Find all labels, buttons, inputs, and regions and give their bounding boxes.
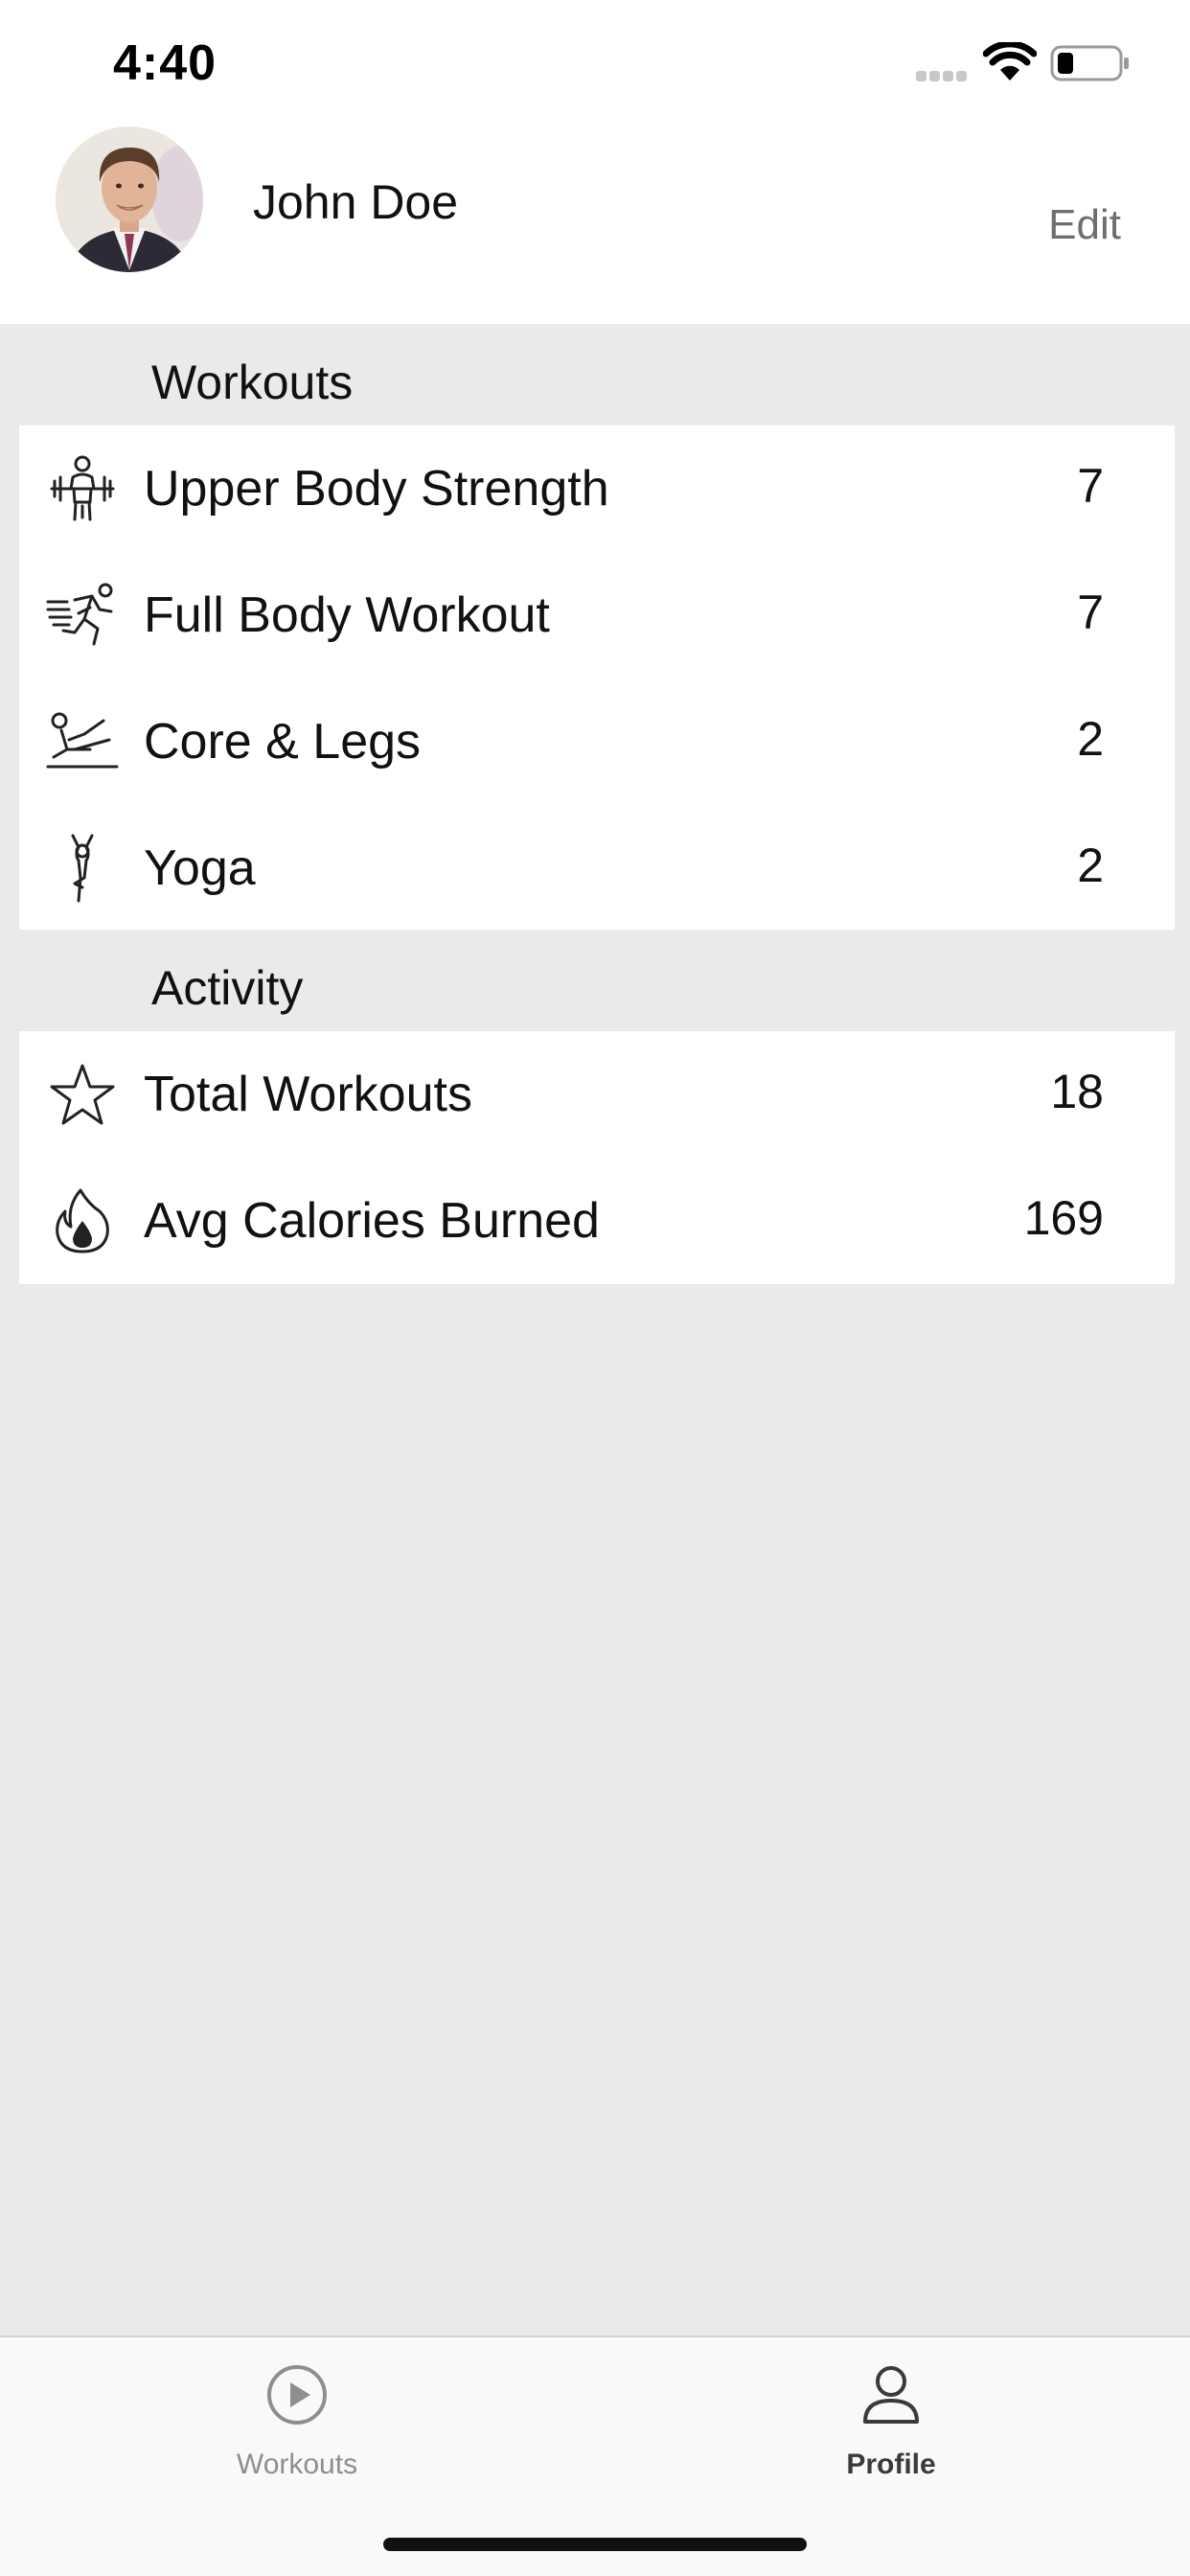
list-item-count: 169 bbox=[1023, 1191, 1104, 1245]
home-indicator[interactable] bbox=[383, 2538, 807, 2551]
list-item-count: 7 bbox=[1077, 586, 1104, 639]
list-item-avg-calories[interactable]: Avg Calories Burned 169 bbox=[19, 1158, 1175, 1284]
leg-raise-icon bbox=[46, 712, 119, 769]
avatar[interactable] bbox=[56, 126, 203, 272]
cellular-signal-icon bbox=[916, 71, 970, 82]
weightlifting-icon bbox=[50, 455, 115, 521]
yoga-pose-icon bbox=[71, 834, 94, 903]
profile-header: John Doe Edit bbox=[0, 126, 1190, 324]
activity-list: Total Workouts 18 Avg Calories Burned 16… bbox=[19, 1031, 1175, 1284]
list-item-label: Core & Legs bbox=[144, 714, 422, 770]
list-item-label: Yoga bbox=[144, 840, 256, 896]
flame-icon bbox=[56, 1188, 109, 1254]
list-item-label: Total Workouts bbox=[144, 1067, 472, 1122]
list-item-count: 18 bbox=[1050, 1065, 1104, 1118]
running-icon bbox=[46, 583, 113, 646]
activity-section-title: Activity bbox=[151, 961, 304, 1015]
tab-profile-label: Profile bbox=[846, 2449, 936, 2480]
workouts-section-title: Workouts bbox=[151, 356, 354, 409]
workouts-list: Upper Body Strength 7 Full Body Workout … bbox=[19, 426, 1175, 930]
status-bar: 4:40 bbox=[0, 0, 1190, 126]
list-item-core-legs[interactable]: Core & Legs 2 bbox=[19, 678, 1175, 805]
person-icon bbox=[863, 2366, 919, 2424]
list-item-yoga[interactable]: Yoga 2 bbox=[19, 805, 1175, 932]
list-item-label: Full Body Workout bbox=[144, 587, 550, 643]
tab-workouts[interactable]: Workouts bbox=[182, 2360, 412, 2485]
tab-profile[interactable]: Profile bbox=[776, 2360, 1006, 2485]
list-item-count: 7 bbox=[1077, 459, 1104, 513]
header-area: 4:40 John Doe Edit bbox=[0, 0, 1190, 324]
user-name: John Doe bbox=[253, 175, 459, 229]
play-circle-icon bbox=[267, 2365, 327, 2425]
tab-workouts-label: Workouts bbox=[236, 2449, 358, 2480]
status-time: 4:40 bbox=[113, 35, 217, 91]
star-icon bbox=[50, 1064, 115, 1125]
battery-icon bbox=[1050, 45, 1129, 81]
list-item-upper-body-strength[interactable]: Upper Body Strength 7 bbox=[19, 426, 1175, 552]
list-item-label: Upper Body Strength bbox=[144, 461, 609, 517]
list-item-count: 2 bbox=[1077, 712, 1104, 766]
edit-button[interactable]: Edit bbox=[1048, 201, 1121, 249]
list-item-count: 2 bbox=[1077, 839, 1104, 892]
list-item-full-body-workout[interactable]: Full Body Workout 7 bbox=[19, 552, 1175, 678]
list-item-total-workouts[interactable]: Total Workouts 18 bbox=[19, 1031, 1175, 1158]
list-item-label: Avg Calories Burned bbox=[144, 1193, 600, 1249]
wifi-icon bbox=[983, 42, 1037, 80]
